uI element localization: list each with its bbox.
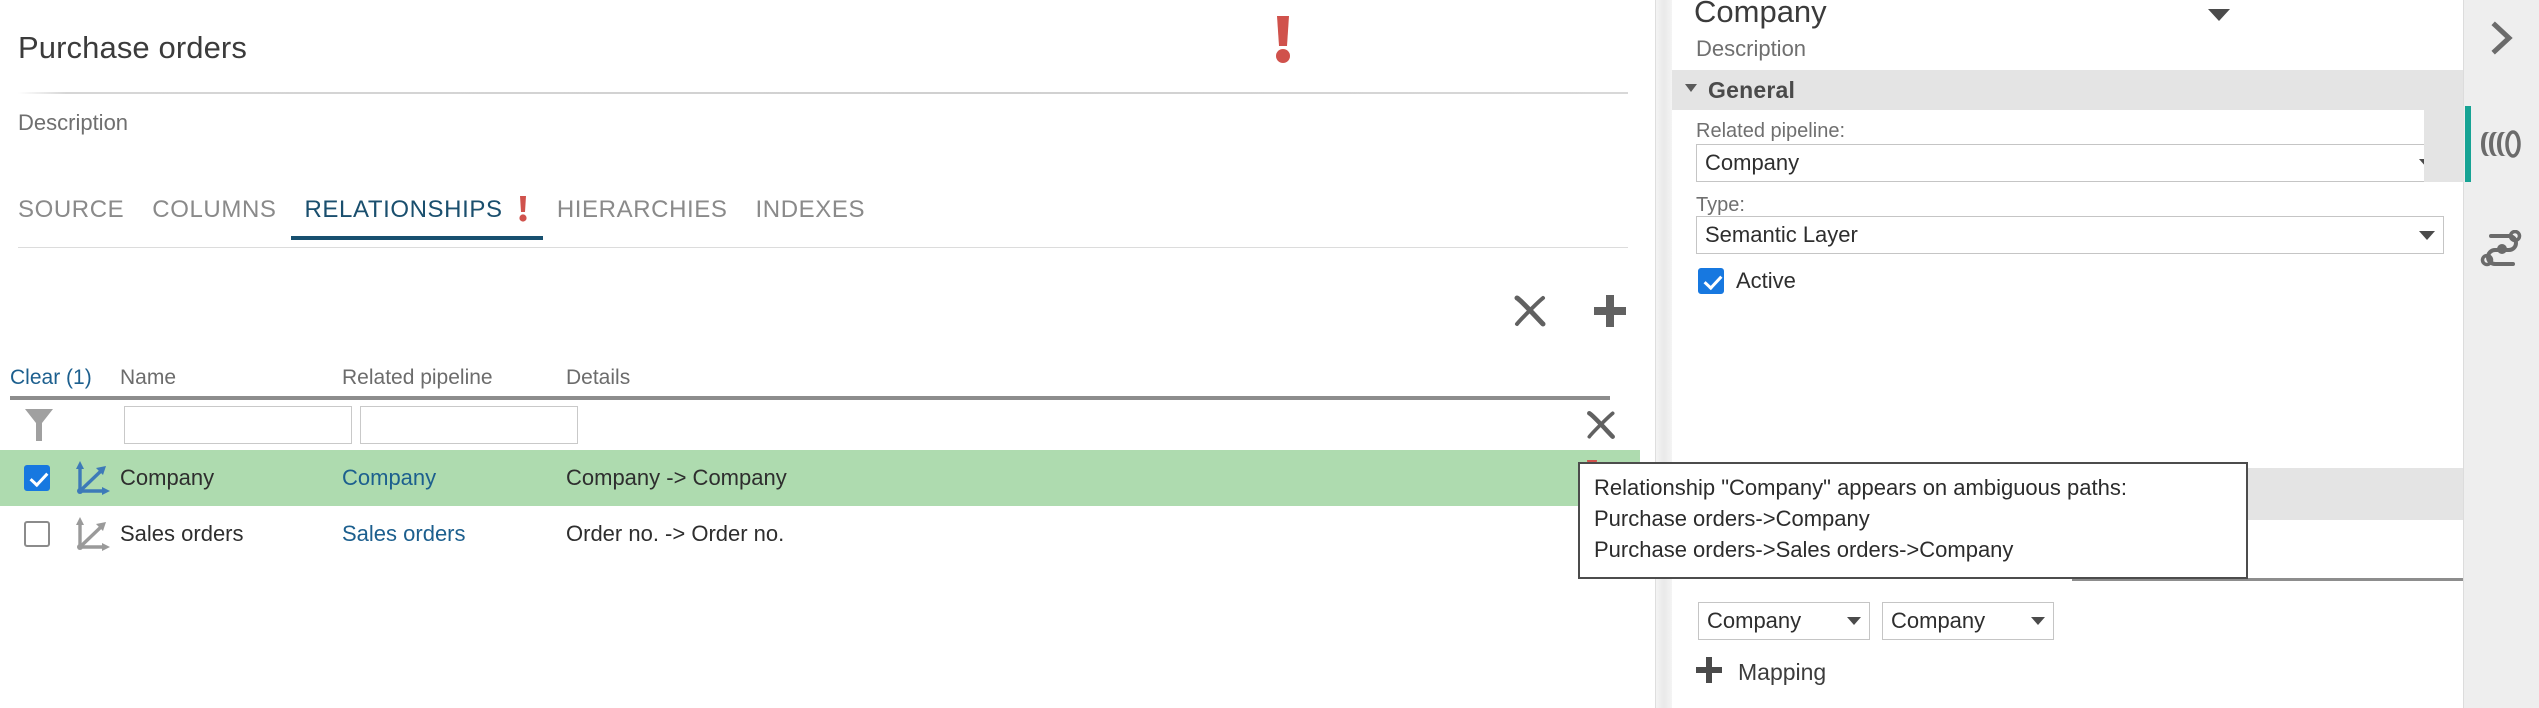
grid-filter-row	[0, 400, 1640, 450]
page-title: Purchase orders	[18, 30, 247, 65]
relationship-axes-icon	[64, 457, 120, 499]
active-checkbox[interactable]	[1698, 268, 1724, 294]
rail-item-relationships[interactable]	[2464, 212, 2539, 288]
properties-panel-scrollbar[interactable]	[1656, 0, 1672, 708]
type-select[interactable]: Semantic Layer	[1696, 216, 2444, 254]
row-related-pipeline-link[interactable]: Sales orders	[342, 521, 566, 547]
tabs-divider	[18, 247, 1628, 248]
add-mapping-button[interactable]: Mapping	[1694, 655, 1826, 690]
table-row[interactable]: Company Company Company -> Company	[0, 450, 1640, 506]
column-header-name[interactable]: Name	[120, 366, 342, 390]
ambiguous-path-tooltip: Relationship "Company" appears on ambigu…	[1578, 462, 2248, 579]
properties-panel-content: Company Description General Related pipe…	[1672, 0, 2463, 708]
chevron-down-icon	[2419, 230, 2435, 240]
mapping-source-select[interactable]: Company	[1698, 602, 1870, 640]
right-icon-rail	[2424, 0, 2539, 708]
mapping-source-value: Company	[1707, 608, 1802, 633]
app-root: Purchase orders Description SOURCE COLUM…	[0, 0, 2539, 708]
chevron-down-icon[interactable]	[2208, 8, 2230, 27]
add-mapping-label: Mapping	[1738, 659, 1827, 685]
section-header-general[interactable]: General	[1672, 70, 2463, 110]
page-description: Description	[18, 110, 129, 135]
tab-hierarchies[interactable]: HIERARCHIES	[543, 196, 742, 240]
row-select-cell	[10, 521, 64, 547]
mapping-target-value: Company	[1891, 608, 1986, 633]
tab-columns[interactable]: COLUMNS	[138, 196, 290, 240]
row-checkbox[interactable]	[24, 521, 50, 547]
rail-item-pipelines[interactable]	[2464, 106, 2539, 182]
clear-filter-link[interactable]: Clear (1)	[10, 366, 120, 390]
tab-columns-label: COLUMNS	[152, 196, 277, 223]
row-details: Company -> Company	[566, 465, 787, 490]
row-details: Order no. -> Order no.	[566, 521, 785, 546]
tab-source[interactable]: SOURCE	[18, 196, 138, 240]
database-layers-icon	[2481, 130, 2521, 158]
row-related-pipeline-link[interactable]: Company	[342, 465, 566, 491]
tab-source-label: SOURCE	[18, 196, 125, 223]
row-checkbox[interactable]	[24, 465, 50, 491]
title-divider	[18, 92, 1628, 94]
tab-warning-exclamation-icon	[517, 196, 529, 222]
tab-indexes[interactable]: INDEXES	[742, 196, 880, 240]
related-pipeline-select[interactable]: Company	[1696, 144, 2444, 182]
filter-funnel-icon[interactable]	[10, 407, 66, 443]
chevron-down-icon	[1847, 617, 1861, 625]
plus-icon	[1694, 655, 1724, 690]
rail-expand-button[interactable]	[2464, 0, 2539, 76]
active-label: Active	[1736, 268, 1796, 293]
table-row[interactable]: Sales orders Sales orders Order no. -> O…	[0, 506, 1640, 562]
type-value: Semantic Layer	[1705, 222, 1858, 247]
tab-indexes-label: INDEXES	[755, 196, 866, 223]
column-header-related-pipeline[interactable]: Related pipeline	[342, 366, 566, 390]
pipeline-flow-icon	[2480, 230, 2522, 267]
type-label: Type:	[1696, 194, 1745, 216]
tooltip-line-1: Relationship "Company" appears on ambigu…	[1594, 475, 2127, 500]
properties-description: Description	[1696, 36, 1807, 61]
relationships-grid: Clear (1) Name Related pipeline Details	[0, 358, 1640, 562]
relationship-axes-icon	[64, 513, 120, 555]
column-header-details[interactable]: Details	[566, 366, 1226, 390]
tooltip-line-2: Purchase orders->Company	[1594, 506, 1870, 531]
add-relationship-plus-icon[interactable]	[1589, 290, 1631, 332]
related-pipeline-value: Company	[1705, 150, 1800, 175]
rail-notch	[2424, 106, 2464, 182]
chevron-down-icon	[2031, 617, 2045, 625]
active-checkbox-row[interactable]: Active	[1698, 268, 1796, 294]
tab-relationships[interactable]: RELATIONSHIPS	[290, 196, 544, 240]
tab-relationships-label: RELATIONSHIPS	[304, 196, 503, 223]
tooltip-line-3: Purchase orders->Sales orders->Company	[1594, 537, 2014, 562]
delete-relationship-x-icon[interactable]	[1509, 290, 1551, 332]
grid-header-row: Clear (1) Name Related pipeline Details	[0, 358, 1640, 390]
row-name: Sales orders	[120, 521, 244, 546]
filter-input-name[interactable]	[124, 406, 352, 444]
section-header-general-label: General	[1708, 76, 1796, 103]
chevron-right-icon	[2491, 21, 2513, 55]
clear-filters-x-icon[interactable]	[1580, 404, 1622, 446]
tab-hierarchies-label: HIERARCHIES	[556, 196, 728, 223]
main-pane: Purchase orders Description SOURCE COLUM…	[0, 0, 1655, 708]
properties-panel: Company Description General Related pipe…	[1655, 0, 2463, 708]
triangle-collapse-icon	[1684, 81, 1698, 100]
row-select-cell	[10, 465, 64, 491]
warning-exclamation-icon	[1272, 14, 1294, 64]
grid-toolbar	[1509, 290, 1631, 332]
filter-input-related-pipeline[interactable]	[360, 406, 578, 444]
mapping-target-select[interactable]: Company	[1882, 602, 2054, 640]
properties-title: Company	[1694, 0, 1827, 29]
related-pipeline-label: Related pipeline:	[1696, 120, 1845, 142]
tab-bar: SOURCE COLUMNS RELATIONSHIPS HIERARCHIES…	[18, 196, 879, 240]
row-name: Company	[120, 465, 215, 490]
